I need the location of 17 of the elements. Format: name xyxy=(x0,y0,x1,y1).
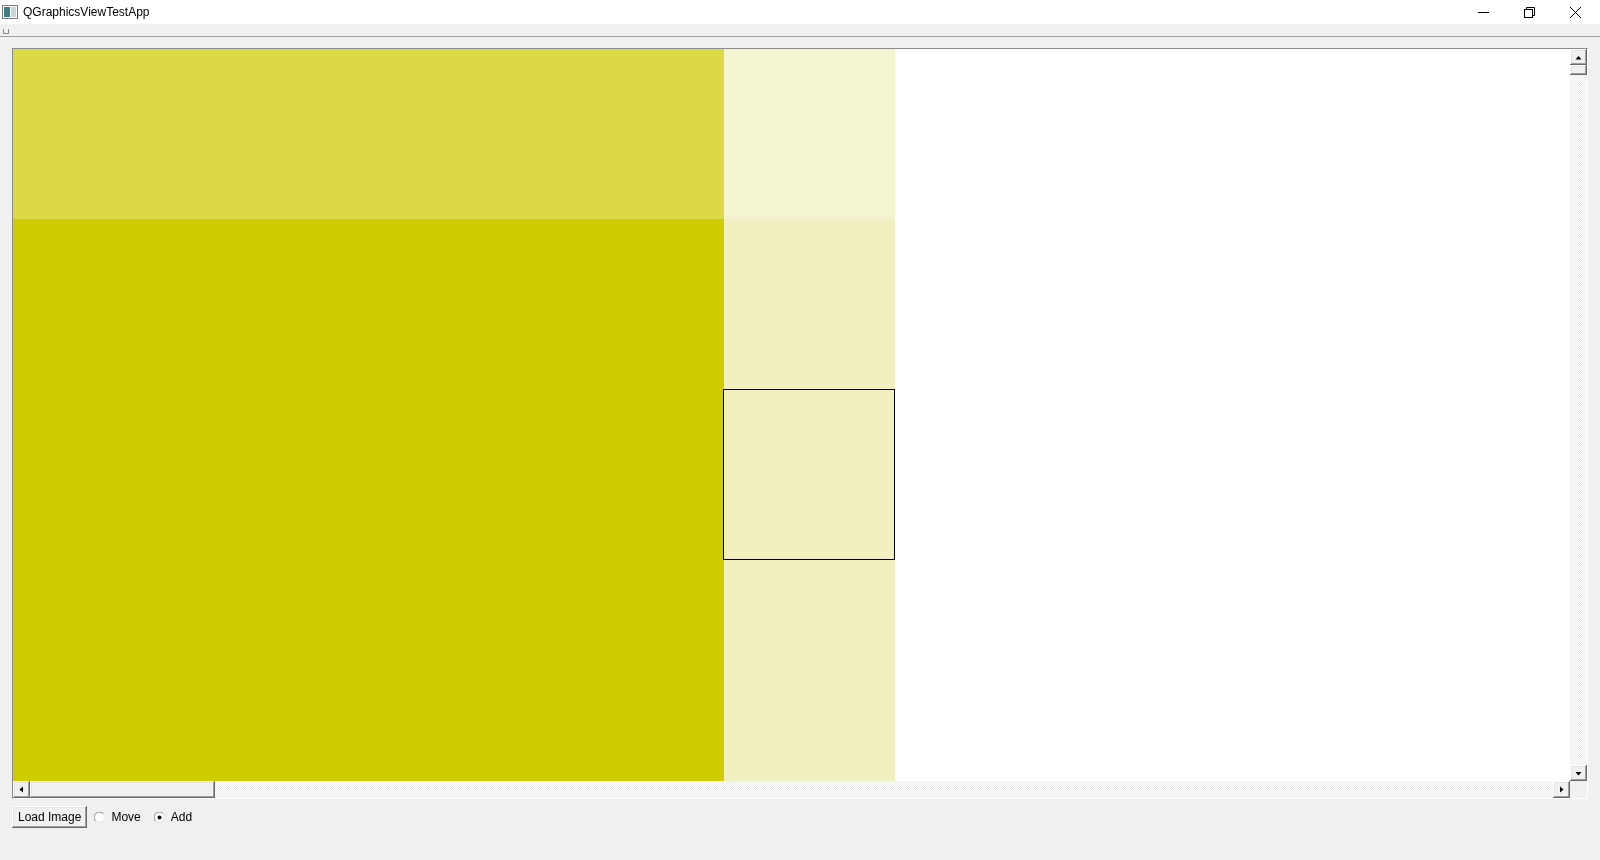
scroll-left-button[interactable] xyxy=(13,781,30,798)
up-arrow-icon xyxy=(1575,53,1582,61)
load-image-button[interactable]: Load Image xyxy=(12,806,88,828)
window-title: QGraphicsViewTestApp xyxy=(23,5,150,19)
restore-icon xyxy=(1523,6,1535,18)
scroll-up-button[interactable] xyxy=(1570,49,1587,65)
toolbar-grip-icon[interactable] xyxy=(3,29,9,34)
scrollbar-thumb[interactable] xyxy=(1570,65,1587,75)
scroll-right-button[interactable] xyxy=(1553,781,1570,798)
mode-radio[interactable]: Add xyxy=(153,810,193,824)
right-arrow-icon xyxy=(1558,786,1565,793)
scroll-down-button[interactable] xyxy=(1570,765,1587,781)
down-arrow-icon xyxy=(1575,769,1582,777)
close-icon xyxy=(1569,6,1581,18)
scrollbar-thumb[interactable] xyxy=(30,781,215,798)
left-arrow-icon xyxy=(18,786,25,793)
mode-radio[interactable]: Move xyxy=(94,810,141,824)
